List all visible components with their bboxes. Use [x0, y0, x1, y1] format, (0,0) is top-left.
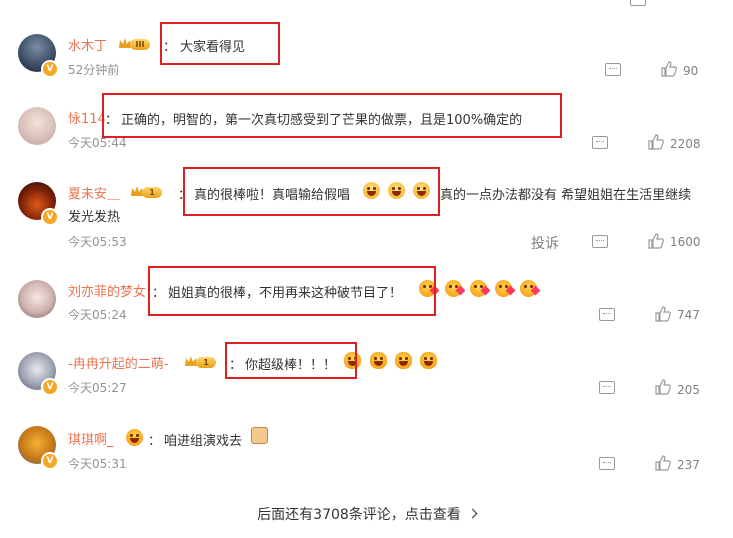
- reply-icon[interactable]: [599, 308, 615, 321]
- highlight-box: [225, 342, 357, 379]
- reply-icon[interactable]: [592, 235, 608, 248]
- reply-icon[interactable]: [599, 457, 615, 470]
- comment-item: V -冉冉升起的二萌- 1 ： 你超级棒！！！ 今天05:27 205: [0, 342, 733, 412]
- kiss-emoji-icon: [470, 280, 491, 297]
- cry-emoji-icon: [420, 352, 437, 369]
- rank-level: 1: [196, 357, 216, 368]
- like-count: 237: [677, 458, 700, 472]
- rank-level: 1: [142, 187, 162, 198]
- timestamp: 今天05:24: [68, 308, 127, 322]
- comment-item: V 夏未安＿ 1 ： 真的很棒啦！真唱输给假唱 真的一点办法都没有 希望姐姐在生…: [0, 167, 733, 258]
- like-icon[interactable]: [655, 455, 671, 471]
- cry-emoji-icon: [370, 352, 387, 369]
- timestamp: 今天05:53: [68, 235, 127, 249]
- like-icon[interactable]: [648, 233, 664, 249]
- timestamp: 今天05:44: [68, 136, 127, 150]
- username[interactable]: -冉冉升起的二萌-: [68, 353, 168, 372]
- comment-text-continued: 真的一点办法都没有 希望姐姐在生活里继续: [440, 188, 692, 203]
- like-count: 2208: [670, 137, 701, 151]
- comment-text-line2: 发光发热: [68, 210, 121, 225]
- verified-badge-icon: V: [41, 452, 59, 470]
- username[interactable]: 琪琪啊_: [68, 429, 114, 448]
- like-count: 205: [677, 383, 700, 397]
- verified-badge-icon: V: [41, 60, 59, 78]
- kiss-emoji-icon: [520, 280, 541, 297]
- reply-icon[interactable]: [605, 63, 621, 76]
- highlight-box: [160, 22, 280, 65]
- highlight-box: [148, 266, 436, 316]
- like-icon[interactable]: [655, 306, 671, 322]
- kiss-emoji-icon: [445, 280, 466, 297]
- comment-text: 咱进组演戏去: [164, 434, 243, 449]
- view-more-label: 后面还有3708条评论，点击查看: [257, 507, 461, 523]
- reply-icon[interactable]: [592, 136, 608, 149]
- comment-item: V 水木丁 III ： 大家看得见 52分钟前 90: [0, 22, 733, 90]
- username[interactable]: 怺114: [68, 108, 106, 127]
- username[interactable]: 夏未安＿: [68, 183, 120, 202]
- rank-badge-icon: 1: [184, 354, 224, 370]
- username[interactable]: 水木丁: [68, 35, 107, 54]
- avatar[interactable]: [18, 107, 56, 145]
- reply-icon[interactable]: [599, 381, 615, 394]
- kiss-emoji-icon: [495, 280, 516, 297]
- comment-item: V 琪琪啊_ ： 咱进组演戏去 今天05:31 237: [0, 426, 733, 486]
- report-button[interactable]: 投诉: [531, 233, 559, 253]
- fan-badge-icon: [126, 429, 143, 446]
- like-icon[interactable]: [661, 61, 677, 77]
- like-count: 1600: [670, 235, 701, 249]
- timestamp: 今天05:27: [68, 381, 127, 395]
- rank-level: III: [130, 39, 150, 50]
- cat-emoji-icon: [251, 427, 268, 444]
- rank-badge-icon: III: [118, 36, 158, 52]
- previous-comment-actions: 668: [630, 0, 730, 6]
- colon: ：: [148, 434, 162, 449]
- comment-item: 刘亦菲的梦女 ： 姐姐真的很棒，不用再来这种破节目了！ 今天05:24 747: [0, 266, 733, 338]
- comment-item: 怺114 ： 正确的，明智的，第一次真切感受到了芒果的做票，且是100%确定的 …: [0, 93, 733, 163]
- like-icon[interactable]: [655, 379, 671, 395]
- timestamp: 52分钟前: [68, 63, 120, 77]
- highlight-box: [102, 93, 562, 138]
- verified-badge-icon: V: [41, 208, 59, 226]
- like-count: 90: [683, 64, 699, 78]
- view-more-comments-link[interactable]: 后面还有3708条评论，点击查看: [0, 504, 733, 524]
- like-count: 747: [677, 308, 700, 322]
- username[interactable]: 刘亦菲的梦女: [68, 281, 146, 300]
- verified-badge-icon: V: [41, 378, 59, 396]
- cry-emoji-icon: [395, 352, 412, 369]
- avatar[interactable]: [18, 280, 56, 318]
- rank-badge-icon: 1: [130, 184, 170, 200]
- reply-icon[interactable]: [630, 0, 646, 6]
- highlight-box: [183, 167, 440, 216]
- timestamp: 今天05:31: [68, 457, 127, 471]
- like-icon[interactable]: [648, 134, 664, 150]
- chevron-right-icon: [467, 508, 478, 518]
